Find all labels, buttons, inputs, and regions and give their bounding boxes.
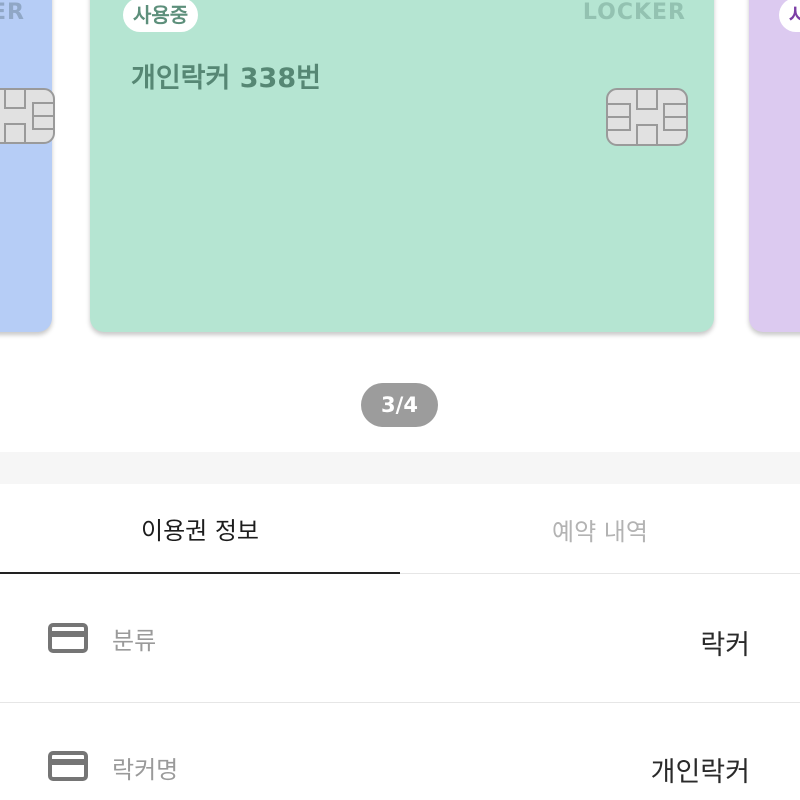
membership-card-previous[interactable]: LOCKER (0, 0, 55, 332)
info-row-category: 분류 락커 (0, 575, 800, 703)
card-type-label: LOCKER (582, 0, 686, 25)
carousel-page-indicator: 3/4 (361, 383, 438, 427)
info-row-locker-name: 락커명 개인락커 (0, 704, 800, 800)
section-divider (0, 452, 800, 484)
credit-card-icon (48, 623, 88, 653)
tab-reservation-history[interactable]: 예약 내역 (400, 484, 800, 574)
tab-membership-info[interactable]: 이용권 정보 (0, 484, 400, 574)
card-chip-icon (606, 88, 688, 146)
credit-card-icon (48, 751, 88, 781)
info-value: 락커 (700, 630, 750, 661)
status-badge: 사용중 (123, 0, 199, 32)
card-title: 개인락커 338번 (131, 63, 321, 94)
card-type-label: LOCKER (0, 0, 25, 25)
status-badge: 사용중 (779, 0, 800, 32)
page: LOCKER 사용중 LOCKER 개인락커 338번 사용중 3/4 이용권 … (0, 0, 800, 800)
membership-card-carousel[interactable]: LOCKER 사용중 LOCKER 개인락커 338번 사용중 3/4 (0, 0, 800, 452)
info-label: 분류 (112, 627, 157, 655)
card-chip-icon (0, 88, 55, 144)
membership-card-next[interactable]: 사용중 (749, 0, 800, 332)
info-label: 락커명 (112, 756, 179, 784)
detail-tabs: 이용권 정보 예약 내역 (0, 484, 800, 574)
membership-card-current[interactable]: 사용중 LOCKER 개인락커 338번 (90, 0, 714, 332)
info-value: 개인락커 (650, 757, 750, 788)
